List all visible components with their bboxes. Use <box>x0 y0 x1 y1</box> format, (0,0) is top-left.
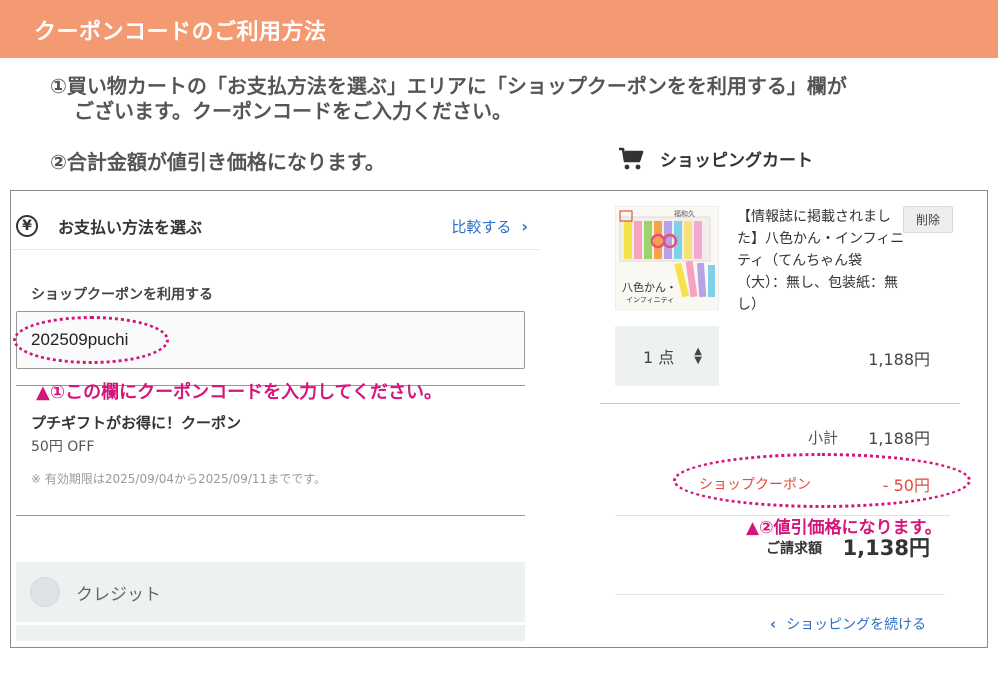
payment-option-credit[interactable]: クレジット <box>16 562 525 622</box>
instruction-step-1-line-1: ①買い物カートの「お支払方法を選ぶ」エリアに「ショップクーポンをを利用する」欄が <box>50 74 847 98</box>
radio-button[interactable] <box>30 577 60 607</box>
delete-button[interactable]: 削除 <box>903 206 953 233</box>
coupon-name: プチギフトがお得に！クーポン <box>31 414 242 432</box>
coupon-field-label: ショップクーポンを利用する <box>31 287 213 303</box>
subtotal-label: 小計 <box>807 429 838 447</box>
page-title: クーポンコードのご利用方法 <box>34 20 327 45</box>
quantity-value: 1 点 <box>643 348 675 367</box>
shop-coupon-label: ショップクーポン <box>699 477 811 493</box>
compare-link[interactable]: 比較する › <box>451 216 528 237</box>
shopping-cart-icon <box>619 147 644 169</box>
yen-icon: ¥ <box>16 215 38 237</box>
product-image-caption-1: 八色かん・ <box>622 281 677 294</box>
product-image-tag: 福和久 <box>674 210 695 218</box>
divider <box>615 594 945 595</box>
coupon-code-input[interactable] <box>16 311 525 369</box>
divider <box>12 249 540 250</box>
cart-heading: ショッピングカート <box>618 146 813 171</box>
product-image[interactable]: 福和久 八色かん・ インフィニティ <box>615 206 719 310</box>
continue-shopping-label: ショッピングを続ける <box>786 617 927 633</box>
compare-link-label: 比較する <box>451 217 512 236</box>
payment-method-header: ¥ お支払い方法を選ぶ 比較する › <box>16 204 528 248</box>
shop-coupon-value: - 50円 <box>882 476 930 495</box>
instruction-step-2: ②合計金額が値引き価格になります。 <box>50 150 385 174</box>
divider <box>600 403 960 404</box>
payment-method-title: お支払い方法を選ぶ <box>58 218 203 237</box>
chevron-right-icon: › <box>521 216 528 236</box>
payment-option-credit-label: クレジット <box>76 584 161 605</box>
subtotal-value: 1,188円 <box>868 429 930 448</box>
quantity-select[interactable]: 1 点 ▲ ▼ <box>615 326 719 386</box>
product-name[interactable]: 【情報誌に掲載されました】八色かん・インフィニティ（てんちゃん袋（大）：無し、包… <box>737 206 905 316</box>
chevron-left-icon: ‹ <box>770 615 777 633</box>
header-bar: クーポンコードのご利用方法 <box>0 0 998 58</box>
instruction-step-1: ①買い物カートの「お支払方法を選ぶ」エリアに「ショップクーポンをを利用する」欄が… <box>50 74 950 124</box>
annotation-note-1: ▲①この欄にクーポンコードを入力してください。 <box>36 382 443 403</box>
sort-arrows-icon: ▲ ▼ <box>694 346 702 366</box>
continue-shopping-link[interactable]: ‹ ショッピングを続ける <box>770 614 926 634</box>
divider <box>16 515 525 516</box>
total-label: ご請求額 <box>766 541 822 557</box>
cart-heading-label: ショッピングカート <box>660 151 813 171</box>
product-image-caption-2: インフィニティ <box>626 296 675 304</box>
payment-option-next[interactable] <box>16 625 525 641</box>
coupon-validity: ※ 有効期限は2025/09/04から2025/09/11までです。 <box>31 472 326 486</box>
line-item-price: 1,188円 <box>868 350 930 369</box>
instruction-step-1-line-2: ございます。クーポンコードをご入力ください。 <box>74 99 512 123</box>
coupon-discount: 50円 OFF <box>31 439 95 455</box>
total-value: 1,138円 <box>842 536 930 560</box>
